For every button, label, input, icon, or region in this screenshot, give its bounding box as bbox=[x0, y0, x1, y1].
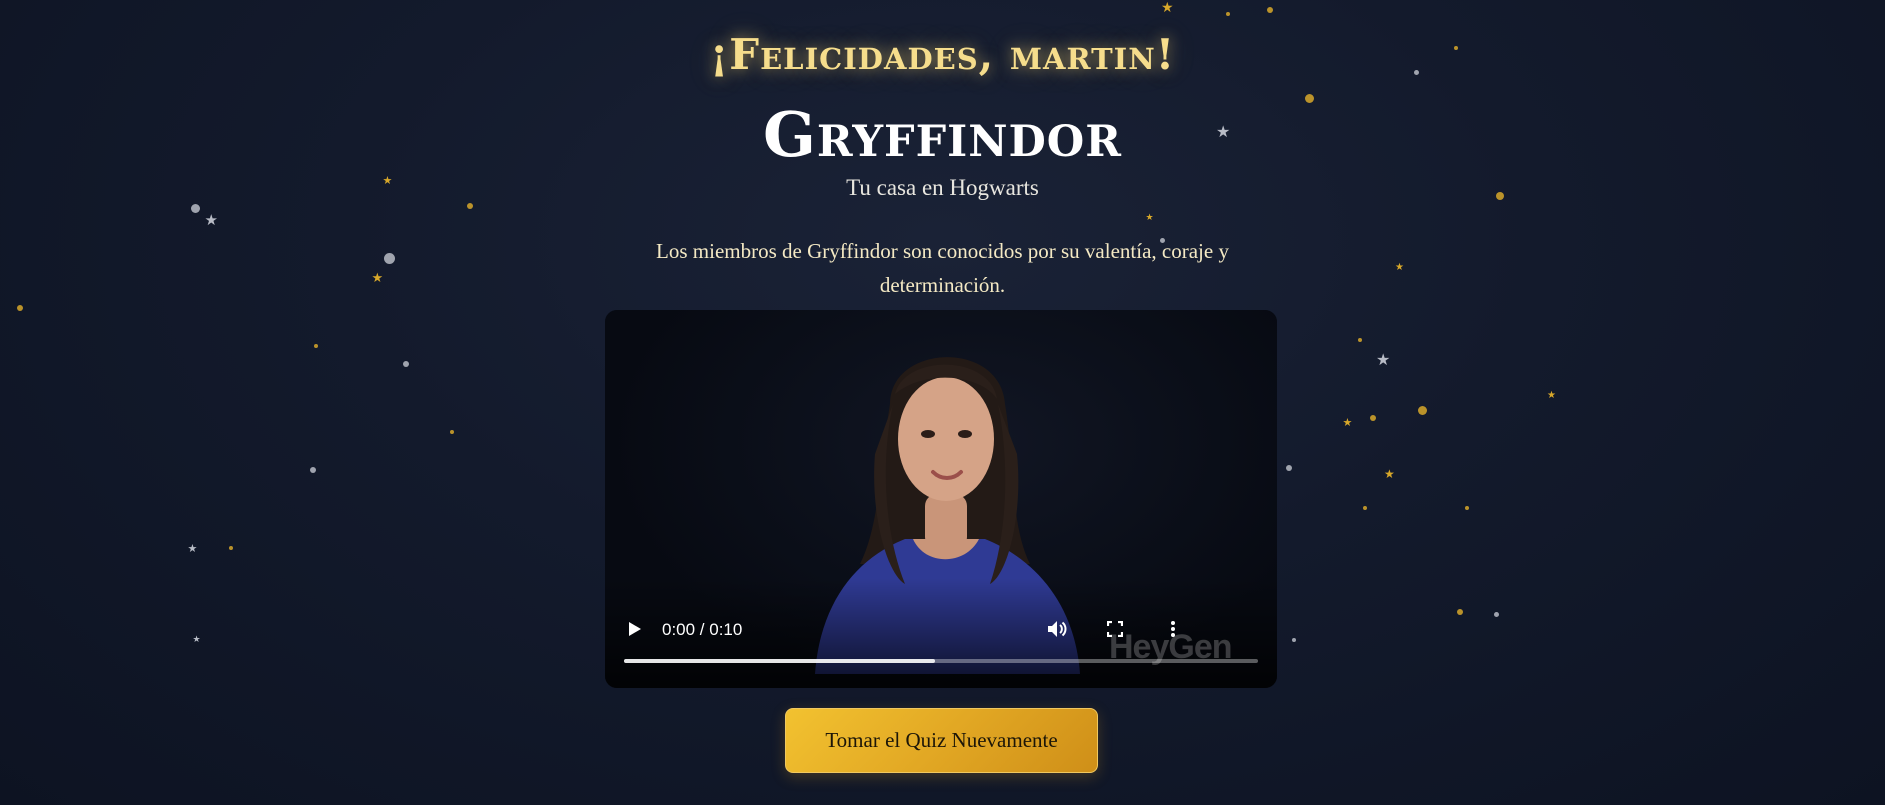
background-star bbox=[229, 546, 233, 550]
background-star bbox=[1363, 506, 1367, 510]
house-description: Los miembros de Gryffindor son conocidos… bbox=[656, 239, 1229, 297]
background-star bbox=[1286, 465, 1292, 471]
more-options-icon bbox=[1171, 621, 1175, 637]
fullscreen-button[interactable] bbox=[1101, 615, 1129, 643]
background-star bbox=[450, 430, 454, 434]
background-star: ★ bbox=[1342, 415, 1353, 429]
background-star bbox=[1304, 93, 1314, 103]
background-star bbox=[314, 344, 318, 348]
fullscreen-icon bbox=[1107, 621, 1123, 637]
retake-quiz-button[interactable]: Tomar el Quiz Nuevamente bbox=[785, 708, 1098, 773]
video-time: 0:00 / 0:10 bbox=[662, 620, 743, 639]
house-name: Gryffindor bbox=[762, 98, 1122, 171]
play-button[interactable] bbox=[621, 615, 649, 643]
background-star: ★ bbox=[192, 634, 201, 645]
background-star: ★ bbox=[1384, 467, 1395, 481]
background-star: ★ bbox=[187, 541, 198, 555]
background-star bbox=[467, 203, 473, 209]
background-star bbox=[383, 252, 395, 264]
video-progress-fill bbox=[624, 659, 935, 663]
background-star bbox=[1292, 638, 1296, 642]
background-star bbox=[1457, 609, 1463, 615]
background-star bbox=[1465, 506, 1469, 510]
video-progress-bar[interactable] bbox=[624, 659, 1258, 663]
background-star bbox=[310, 467, 316, 473]
background-star bbox=[190, 203, 200, 213]
background-star bbox=[17, 305, 23, 311]
volume-button[interactable] bbox=[1043, 615, 1071, 643]
background-star: ★ bbox=[1395, 262, 1404, 273]
background-star: ★ bbox=[371, 270, 384, 286]
background-star: ★ bbox=[1376, 350, 1391, 369]
background-star bbox=[1267, 7, 1273, 13]
background-star bbox=[1358, 338, 1362, 342]
video-player[interactable]: 0:00 / 0:10 HeyGen bbox=[605, 310, 1277, 688]
background-star bbox=[1226, 12, 1230, 16]
more-options-button[interactable] bbox=[1159, 615, 1187, 643]
results-page: ★ ★ ★ ★ ★ ★ ★ ★ ★ ★ ★ ★ ★ ¡Felicidades, martin! Gryf… bbox=[0, 0, 1885, 805]
play-icon bbox=[629, 622, 641, 636]
volume-icon bbox=[1048, 621, 1067, 637]
background-star: ★ bbox=[204, 210, 218, 229]
background-star: ★ bbox=[1547, 390, 1556, 401]
background-star bbox=[1493, 611, 1499, 617]
background-star bbox=[1417, 405, 1427, 415]
background-star bbox=[1370, 415, 1376, 421]
background-star bbox=[403, 361, 409, 367]
congratulations-heading: ¡Felicidades, martin! bbox=[709, 30, 1176, 79]
house-subtitle: Tu casa en Hogwarts bbox=[846, 175, 1039, 200]
background-star: ★ bbox=[1161, 0, 1174, 16]
background-star: ★ bbox=[1145, 212, 1154, 223]
